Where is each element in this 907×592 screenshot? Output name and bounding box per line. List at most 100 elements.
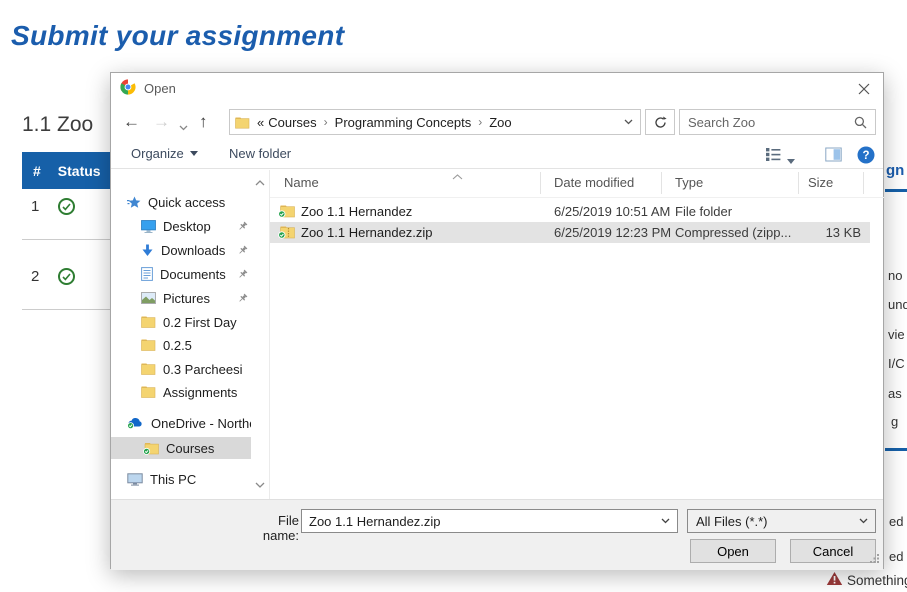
close-icon[interactable] xyxy=(856,81,872,97)
view-details-icon[interactable] xyxy=(765,147,781,165)
row-divider xyxy=(22,239,114,240)
preview-pane-icon[interactable] xyxy=(825,147,842,165)
breadcrumb-overflow[interactable]: « xyxy=(257,115,264,130)
sidebar-item-label: 0.2 First Day xyxy=(163,315,237,330)
column-date-modified[interactable]: Date modified xyxy=(554,175,634,190)
folder-icon xyxy=(141,339,156,351)
search-icon[interactable] xyxy=(854,116,867,129)
help-icon[interactable]: ? xyxy=(857,146,875,167)
file-name-label: File name: xyxy=(241,513,299,543)
table-border-line xyxy=(885,189,907,192)
sidebar-item-this-pc[interactable]: This PC xyxy=(111,468,251,490)
chrome-icon xyxy=(120,79,136,98)
scroll-up-icon[interactable] xyxy=(255,174,265,189)
file-name-combobox[interactable] xyxy=(301,509,678,533)
up-icon[interactable]: ↑ xyxy=(199,110,208,134)
chevron-down-icon xyxy=(190,151,198,156)
view-options-chevron-icon[interactable] xyxy=(787,152,795,167)
file-date-modified: 6/25/2019 12:23 PM xyxy=(554,225,671,240)
dialog-footer: File name: All Files (*.*) Open Cancel xyxy=(111,499,883,570)
open-dialog: Open ← → ↑ « Courses › Programming Conce… xyxy=(110,72,884,569)
file-type-select[interactable]: All Files (*.*) xyxy=(687,509,876,533)
resize-grip[interactable] xyxy=(869,552,880,567)
breadcrumb-programming-concepts[interactable]: Programming Concepts xyxy=(335,115,472,130)
search-input[interactable] xyxy=(680,115,854,130)
col-number: # xyxy=(33,163,41,179)
breadcrumb-separator: › xyxy=(324,115,328,129)
cancel-button[interactable]: Cancel xyxy=(790,539,876,563)
pin-icon xyxy=(237,220,248,235)
sidebar-item-label: This PC xyxy=(150,472,196,487)
clipped-header-text: gn xyxy=(886,162,904,179)
scroll-down-icon[interactable] xyxy=(255,476,265,491)
open-button[interactable]: Open xyxy=(690,539,776,563)
history-chevron-icon[interactable] xyxy=(179,114,188,138)
sidebar-scrollbar[interactable] xyxy=(251,170,269,499)
new-folder-button[interactable]: New folder xyxy=(229,146,291,161)
address-bar[interactable]: « Courses › Programming Concepts › Zoo xyxy=(229,109,641,135)
column-type[interactable]: Type xyxy=(675,175,703,190)
file-row-zip-selected[interactable]: Zoo 1.1 Hernandez.zip 6/25/2019 12:23 PM… xyxy=(270,222,870,243)
clipped-text: as xyxy=(888,386,902,401)
clipped-text: ed xyxy=(889,514,903,529)
col-status: Status xyxy=(58,163,101,179)
warning-text: Something xyxy=(847,573,907,588)
svg-text:?: ? xyxy=(862,150,869,162)
chevron-down-icon xyxy=(859,518,868,524)
sidebar-item-02-first-day[interactable]: 0.2 First Day xyxy=(111,311,251,333)
chevron-down-icon[interactable] xyxy=(661,518,670,524)
breadcrumb-zoo[interactable]: Zoo xyxy=(489,115,511,130)
file-row-folder[interactable]: Zoo 1.1 Hernandez 6/25/2019 10:51 AM Fil… xyxy=(270,201,870,222)
sidebar-item-label: Documents xyxy=(160,267,226,282)
back-icon[interactable]: ← xyxy=(123,110,140,134)
breadcrumb-courses[interactable]: Courses xyxy=(268,115,316,130)
clipped-text: g xyxy=(891,414,898,429)
sidebar-item-documents[interactable]: Documents xyxy=(111,263,251,285)
sidebar-item-courses[interactable]: Courses xyxy=(111,437,251,459)
file-type: File folder xyxy=(675,204,732,219)
sidebar-item-assignments[interactable]: Assignments xyxy=(111,381,251,403)
section-title: 1.1 Zoo xyxy=(22,113,93,137)
sidebar-item-label: Pictures xyxy=(163,291,210,306)
pictures-icon xyxy=(141,292,156,304)
row-number: 1 xyxy=(31,198,39,215)
warning-icon xyxy=(826,571,843,589)
clipped-text: ed xyxy=(889,549,903,564)
organize-button[interactable]: Organize xyxy=(131,146,198,161)
search-box[interactable] xyxy=(679,109,876,135)
sidebar-item-03-parcheesi[interactable]: 0.3 Parcheesi xyxy=(111,358,251,380)
forward-icon[interactable]: → xyxy=(153,110,170,134)
sidebar-item-025[interactable]: 0.2.5 xyxy=(111,334,251,356)
sidebar-item-onedrive[interactable]: OneDrive - Northo xyxy=(111,412,251,434)
sidebar-item-label: Courses xyxy=(166,441,214,456)
sidebar-item-pictures[interactable]: Pictures xyxy=(111,287,251,309)
sidebar-item-label: Desktop xyxy=(163,219,211,234)
file-type-value: All Files (*.*) xyxy=(696,514,768,529)
command-bar: Organize New folder ? xyxy=(111,141,883,169)
refresh-button[interactable] xyxy=(645,109,675,135)
sidebar-item-label: 0.3 Parcheesi xyxy=(163,362,243,377)
address-dropdown-icon[interactable] xyxy=(624,119,633,125)
file-name-input[interactable] xyxy=(302,514,661,529)
sidebar-item-downloads[interactable]: Downloads xyxy=(111,239,251,261)
clipped-text: vie xyxy=(888,327,905,342)
page-title: Submit your assignment xyxy=(11,20,344,52)
open-button-label: Open xyxy=(717,544,749,559)
sidebar-item-label: Assignments xyxy=(163,385,237,400)
clipped-text: und xyxy=(888,297,907,312)
pin-icon xyxy=(237,292,248,307)
sidebar-item-quick-access[interactable]: Quick access xyxy=(111,191,251,213)
sidebar-item-label: 0.2.5 xyxy=(163,338,192,353)
sidebar-item-label: Quick access xyxy=(148,195,225,210)
refresh-icon xyxy=(654,116,667,129)
dialog-titlebar[interactable]: Open xyxy=(111,73,883,104)
onedrive-icon xyxy=(127,417,144,429)
breadcrumb-separator: › xyxy=(478,115,482,129)
column-size[interactable]: Size xyxy=(808,175,833,190)
sidebar-item-desktop[interactable]: Desktop xyxy=(111,215,251,237)
clipped-text: I/C xyxy=(888,356,905,371)
row-divider xyxy=(22,309,114,310)
column-name[interactable]: Name xyxy=(284,175,319,190)
navigation-pane: Quick access Desktop Downloads xyxy=(111,170,269,499)
status-check-icon xyxy=(58,268,75,285)
